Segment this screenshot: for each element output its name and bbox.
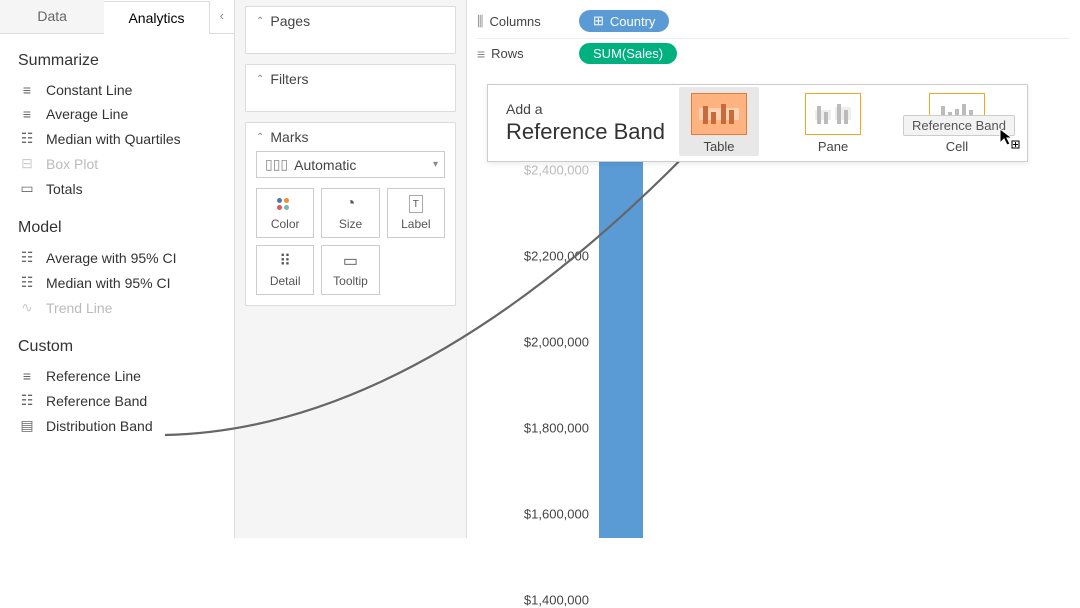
rows-icon: ≡ <box>477 46 485 62</box>
average-ci-icon: ☷ <box>18 249 36 266</box>
median-quartiles-icon: ☷ <box>18 130 36 147</box>
cursor-icon <box>998 127 1020 154</box>
y-axis-label: $2,200,000 <box>524 249 589 264</box>
box-plot-icon: ⊟ <box>18 155 36 172</box>
drop-pane[interactable]: Pane <box>793 93 873 154</box>
item-box-plot: ⊟Box Plot <box>18 151 216 176</box>
chevron-down-icon: ⌃ <box>256 74 264 85</box>
tab-analytics[interactable]: Analytics <box>104 1 209 34</box>
size-icon: ◔ <box>346 195 356 213</box>
chevron-down-icon: ⌃ <box>256 16 264 27</box>
filters-card[interactable]: ⌃Filters <box>245 64 456 112</box>
marks-detail[interactable]: ⠿Detail <box>256 245 314 295</box>
pages-card[interactable]: ⌃Pages <box>245 6 456 54</box>
marks-type-dropdown[interactable]: ▯▯▯ Automatic ▾ <box>256 151 445 178</box>
item-median-quartiles[interactable]: ☷Median with Quartiles <box>18 126 216 151</box>
chart: $2,400,000 $2,200,000 $2,000,000 $1,800,000… <box>527 165 1040 538</box>
columns-icon: ⫼ <box>477 13 483 30</box>
chart-zone: Add a Reference Band Table Pane <box>467 70 1080 538</box>
bar-icon: ▯▯▯ <box>265 156 288 173</box>
pill-country[interactable]: ⊞Country <box>579 10 669 32</box>
item-reference-band[interactable]: ☷Reference Band <box>18 388 216 413</box>
drop-table[interactable]: Table <box>679 87 759 156</box>
ref-band-icon: ☷ <box>18 392 36 409</box>
detail-icon: ⠿ <box>279 252 291 270</box>
viz-area: ⫼Columns ⊞Country ≡Rows SUM(Sales) Add a… <box>467 0 1080 538</box>
y-axis-label: $2,400,000 <box>524 163 589 178</box>
collapse-sidebar-icon[interactable]: ‹ <box>210 0 234 33</box>
dist-band-icon: ▤ <box>18 417 36 434</box>
marks-tooltip[interactable]: ▭Tooltip <box>321 245 379 295</box>
marks-label[interactable]: TLabel <box>387 188 445 238</box>
totals-icon: ▭ <box>18 180 36 197</box>
cards-column: ⌃Pages ⌃Filters ⌃Marks ▯▯▯ Automatic ▾ C… <box>235 0 467 538</box>
tab-data[interactable]: Data <box>0 0 104 33</box>
item-totals[interactable]: ▭Totals <box>18 176 216 201</box>
section-title: Summarize <box>18 44 216 70</box>
item-median-ci[interactable]: ☷Median with 95% CI <box>18 270 216 295</box>
pill-sum-sales[interactable]: SUM(Sales) <box>579 43 677 64</box>
median-ci-icon: ☷ <box>18 274 36 291</box>
trend-line-icon: ∿ <box>18 299 36 316</box>
ref-line-icon: ≡ <box>18 368 36 384</box>
marks-color[interactable]: Color <box>256 188 314 238</box>
item-trend-line: ∿Trend Line <box>18 295 216 320</box>
color-icon <box>277 195 293 213</box>
tooltip-icon: ▭ <box>343 252 358 270</box>
y-axis-label: $1,400,000 <box>524 593 589 608</box>
drop-table-thumb-icon <box>691 93 747 135</box>
section-title: Model <box>18 211 216 237</box>
y-axis-label: $2,000,000 <box>524 335 589 350</box>
rows-shelf[interactable]: ≡Rows SUM(Sales) <box>477 39 1070 70</box>
item-constant-line[interactable]: ≡Constant Line <box>18 78 216 102</box>
marks-size[interactable]: ◔Size <box>321 188 379 238</box>
section-custom: Custom ≡Reference Line ☷Reference Band ▤… <box>0 320 234 438</box>
marks-card: ⌃Marks ▯▯▯ Automatic ▾ Color ◔Size TLabe… <box>245 122 456 306</box>
section-model: Model ☷Average with 95% CI ☷Median with … <box>0 201 234 320</box>
sidebar-tabs: Data Analytics ‹ <box>0 0 234 34</box>
item-reference-line[interactable]: ≡Reference Line <box>18 364 216 388</box>
analytics-sidebar: Data Analytics ‹ Summarize ≡Constant Lin… <box>0 0 235 538</box>
section-title: Custom <box>18 330 216 356</box>
drop-pane-thumb-icon <box>805 93 861 135</box>
columns-shelf[interactable]: ⫼Columns ⊞Country <box>477 6 1070 39</box>
constant-line-icon: ≡ <box>18 82 36 98</box>
y-axis-label: $1,800,000 <box>524 421 589 436</box>
average-line-icon: ≡ <box>18 106 36 122</box>
chevron-down-icon: ⌃ <box>256 132 264 143</box>
bar-country[interactable] <box>599 151 643 538</box>
section-summarize: Summarize ≡Constant Line ≡Average Line ☷… <box>0 34 234 201</box>
label-icon: T <box>409 195 423 213</box>
item-distribution-band[interactable]: ▤Distribution Band <box>18 413 216 438</box>
dropdown-arrow-icon: ▾ <box>433 159 438 170</box>
item-average-ci[interactable]: ☷Average with 95% CI <box>18 245 216 270</box>
reference-band-drop-overlay: Add a Reference Band Table Pane <box>487 84 1028 162</box>
item-average-line[interactable]: ≡Average Line <box>18 102 216 126</box>
y-axis-label: $1,600,000 <box>524 507 589 522</box>
